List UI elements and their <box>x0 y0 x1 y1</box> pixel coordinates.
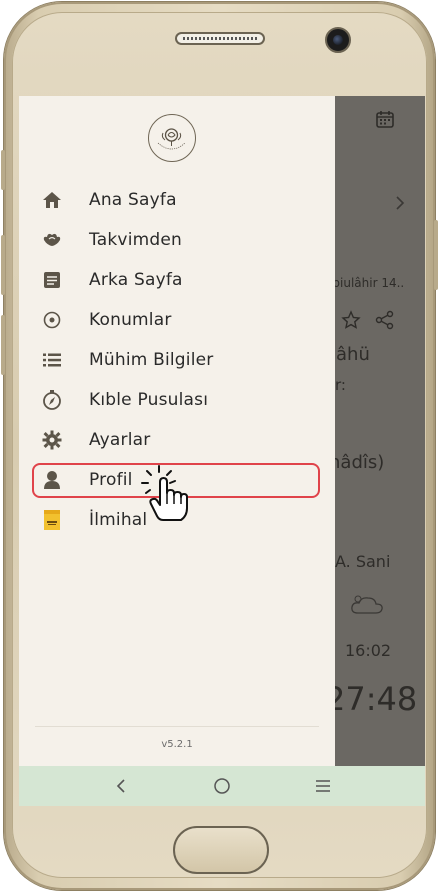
phone-frame: ebiulâhir 14.. lâhü r: nâdîs) A. Sani 16… <box>0 0 439 892</box>
screen: ebiulâhir 14.. lâhü r: nâdîs) A. Sani 16… <box>19 96 425 806</box>
tap-hand-icon <box>141 465 188 521</box>
menu-item-ana-sayfa[interactable]: Ana Sayfa <box>33 182 321 218</box>
menu-item-kible-pusulasi[interactable]: Kıble Pusulası <box>33 382 321 418</box>
menu-label: Arka Sayfa <box>89 270 183 290</box>
rose-icon <box>37 225 67 255</box>
earpiece-speaker <box>175 32 265 45</box>
volume-button <box>1 150 5 190</box>
weather-cloud-icon <box>351 595 383 614</box>
menu-label: Profil <box>89 470 133 490</box>
hijri-date: ebiulâhir 14.. <box>325 276 405 290</box>
home-circle-icon <box>214 778 230 794</box>
fazilet-logo <box>148 114 196 162</box>
bixby-button <box>1 315 5 375</box>
menu-item-konumlar[interactable]: Konumlar <box>33 302 321 338</box>
divider <box>35 726 319 727</box>
menu-label: Ayarlar <box>89 430 151 450</box>
compass-icon <box>37 385 67 415</box>
article-text: r: <box>335 376 346 394</box>
volume-button <box>1 235 5 295</box>
home-nav-button[interactable] <box>202 770 242 802</box>
back-chevron-icon <box>116 779 125 793</box>
share-icon[interactable] <box>375 310 395 330</box>
prayer-name: A. Sani <box>335 552 391 571</box>
navigation-drawer: Ana Sayfa Takvimden Arka Sayfa Konumlar <box>19 96 335 766</box>
menu-lines-icon <box>316 780 330 792</box>
menu-label: Konumlar <box>89 310 172 330</box>
gear-icon <box>37 425 67 455</box>
menu-item-ayarlar[interactable]: Ayarlar <box>33 422 321 458</box>
countdown: 27:48 <box>325 680 418 718</box>
rose-logo-icon <box>157 128 186 150</box>
home-icon <box>37 185 67 215</box>
menu-item-arka-sayfa[interactable]: Arka Sayfa <box>33 262 321 298</box>
location-icon <box>37 305 67 335</box>
star-icon[interactable] <box>341 310 361 330</box>
menu-label: Takvimden <box>89 230 183 250</box>
person-icon <box>37 465 67 495</box>
version-label: v5.2.1 <box>161 739 193 750</box>
menu-label: Kıble Pusulası <box>89 390 209 410</box>
menu-label: Mühim Bilgiler <box>89 350 214 370</box>
document-icon <box>37 265 67 295</box>
article-text: lâhü <box>331 344 370 365</box>
chevron-right-icon[interactable] <box>395 196 405 210</box>
menu-label: Ana Sayfa <box>89 190 177 210</box>
list-icon <box>37 345 67 375</box>
back-button[interactable] <box>101 770 141 802</box>
prayer-time: 16:02 <box>345 641 392 660</box>
front-camera <box>325 27 351 53</box>
article-text: nâdîs) <box>329 452 385 473</box>
book-icon <box>37 505 67 535</box>
recents-button[interactable] <box>303 770 343 802</box>
power-button <box>434 220 438 290</box>
android-nav-bar <box>19 766 425 806</box>
menu-item-takvimden[interactable]: Takvimden <box>33 222 321 258</box>
calendar-icon[interactable] <box>375 110 395 128</box>
home-button[interactable] <box>173 826 269 874</box>
menu-item-muhim-bilgiler[interactable]: Mühim Bilgiler <box>33 342 321 378</box>
